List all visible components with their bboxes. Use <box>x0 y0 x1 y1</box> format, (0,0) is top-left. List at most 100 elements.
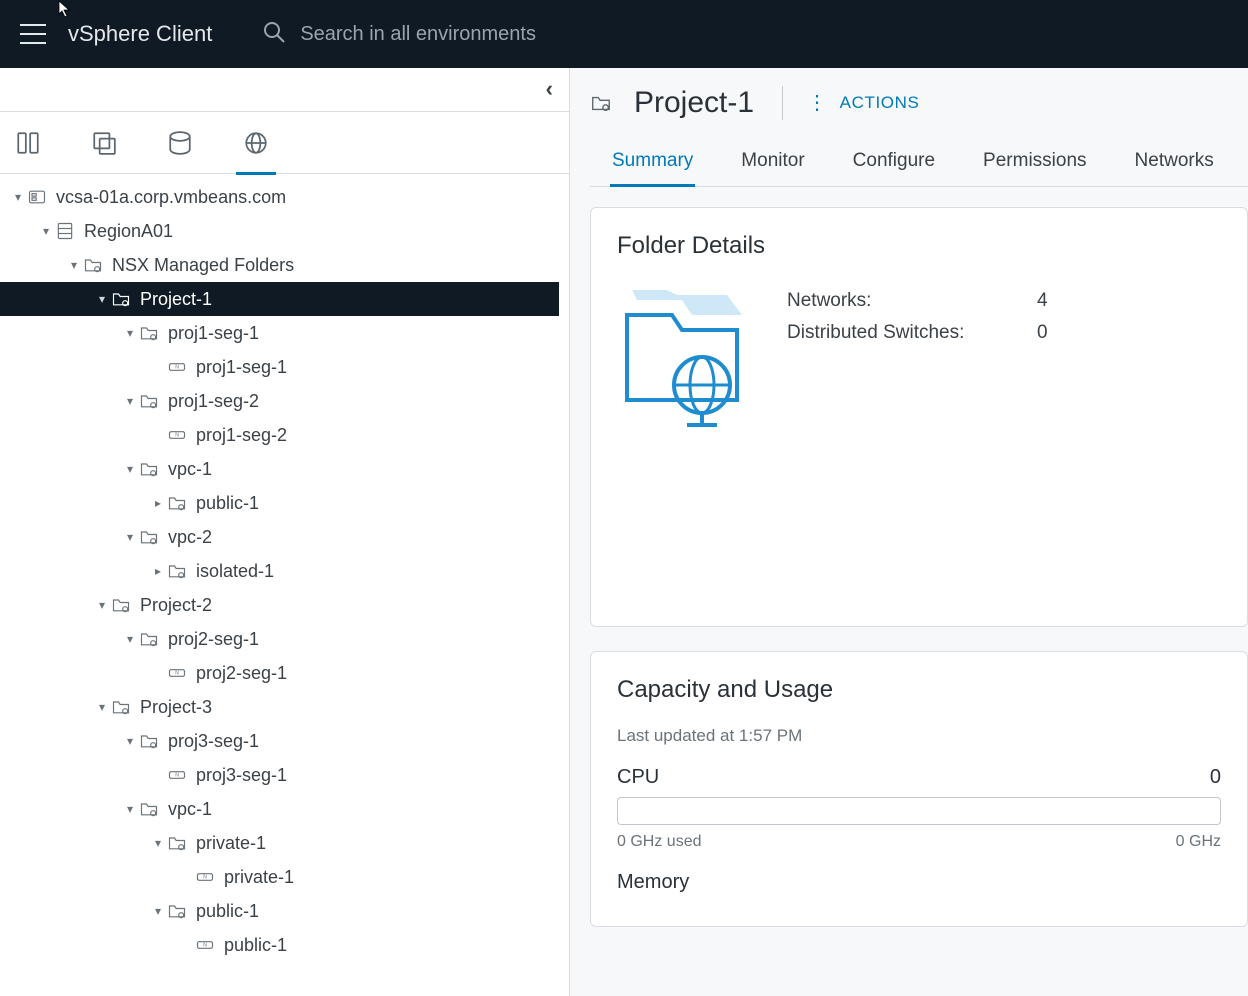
tree-item[interactable]: ▾ private-1 <box>0 826 559 860</box>
caret-down-icon: ▾ <box>66 258 82 272</box>
dswitch-value: 0 <box>1037 322 1048 344</box>
networks-label: Networks: <box>787 290 1037 312</box>
tree-item[interactable]: ▾ vpc-2 <box>0 520 559 554</box>
global-search[interactable] <box>262 20 720 49</box>
tree-nsx-folder[interactable]: ▾ NSX Managed Folders <box>0 248 559 282</box>
tree-item[interactable]: ▸ public-1 <box>0 486 559 520</box>
tree-label: proj1-seg-1 <box>196 357 287 378</box>
summary-content[interactable]: Folder Details <box>570 187 1248 996</box>
segment-icon: N <box>166 662 188 684</box>
networks-value: 4 <box>1037 290 1048 312</box>
tab-networks[interactable]: Networks <box>1133 140 1216 186</box>
hosts-clusters-icon[interactable] <box>14 129 42 157</box>
search-input[interactable] <box>300 23 720 46</box>
folder-lock-icon <box>138 628 160 650</box>
card-title: Capacity and Usage <box>617 676 1221 704</box>
tree-vcenter[interactable]: ▾ vcsa-01a.corp.vmbeans.com <box>0 180 559 214</box>
storage-icon[interactable] <box>166 129 194 157</box>
tab-permissions[interactable]: Permissions <box>981 140 1088 186</box>
tree-label: proj1-seg-2 <box>196 425 287 446</box>
inventory-tabs <box>0 112 569 174</box>
collapse-panel-button[interactable]: ‹ <box>546 76 553 102</box>
tree-project-2[interactable]: ▾ Project-2 <box>0 588 559 622</box>
capacity-usage-card: Capacity and Usage Last updated at 1:57 … <box>590 651 1248 927</box>
tree-item[interactable]: N proj1-seg-2 <box>0 418 559 452</box>
folder-lock-icon <box>138 322 160 344</box>
caret-blank <box>150 666 166 680</box>
tree-label: proj2-seg-1 <box>196 663 287 684</box>
tree-item[interactable]: ▾ proj1-seg-2 <box>0 384 559 418</box>
caret-down-icon: ▾ <box>150 836 166 850</box>
tree-item[interactable]: ▾ vpc-1 <box>0 452 559 486</box>
inventory-tree[interactable]: ▾ vcsa-01a.corp.vmbeans.com ▾ RegionA01 … <box>0 174 559 996</box>
tree-project-3[interactable]: ▾ Project-3 <box>0 690 559 724</box>
tree-label: public-1 <box>196 493 259 514</box>
caret-right-icon: ▸ <box>150 564 166 578</box>
vms-templates-icon[interactable] <box>90 129 118 157</box>
tree-item[interactable]: ▾ public-1 <box>0 894 559 928</box>
tree-label: public-1 <box>196 901 259 922</box>
tab-monitor[interactable]: Monitor <box>739 140 806 186</box>
cpu-label: CPU <box>617 766 659 789</box>
detail-panel: Project-1 ⋮ ACTIONS Summary Monitor Conf… <box>570 68 1248 996</box>
folder-lock-icon <box>138 458 160 480</box>
datacenter-icon <box>54 220 76 242</box>
tree-item[interactable]: N public-1 <box>0 928 559 962</box>
tree-item[interactable]: ▾ vpc-1 <box>0 792 559 826</box>
top-bar: vSphere Client <box>0 0 1248 68</box>
folder-lock-icon <box>138 798 160 820</box>
folder-network-icon <box>617 290 747 430</box>
folder-lock-icon <box>166 560 188 582</box>
tree-datacenter[interactable]: ▾ RegionA01 <box>0 214 559 248</box>
caret-down-icon: ▾ <box>122 326 138 340</box>
vcenter-icon <box>26 186 48 208</box>
menu-icon[interactable] <box>20 24 46 44</box>
tree-item[interactable]: N proj3-seg-1 <box>0 758 559 792</box>
caret-down-icon: ▾ <box>122 394 138 408</box>
folder-lock-icon <box>166 900 188 922</box>
tree-item[interactable]: ▾ proj1-seg-1 <box>0 316 559 350</box>
tree-label: vpc-1 <box>168 799 212 820</box>
tab-configure[interactable]: Configure <box>851 140 937 186</box>
tree-item[interactable]: ▾ proj3-seg-1 <box>0 724 559 758</box>
tree-label: Project-3 <box>140 697 212 718</box>
actions-menu[interactable]: ⋮ ACTIONS <box>807 93 919 113</box>
actions-label: ACTIONS <box>840 93 920 113</box>
tree-project-1[interactable]: ▾ Project-1 <box>0 282 559 316</box>
folder-lock-icon <box>110 288 132 310</box>
card-title: Folder Details <box>617 232 1221 260</box>
tree-item[interactable]: N proj1-seg-1 <box>0 350 559 384</box>
caret-down-icon: ▾ <box>94 598 110 612</box>
caret-blank <box>150 768 166 782</box>
caret-down-icon: ▾ <box>150 904 166 918</box>
caret-down-icon: ▾ <box>122 802 138 816</box>
tree-item[interactable]: N private-1 <box>0 860 559 894</box>
tree-item[interactable]: ▾ proj2-seg-1 <box>0 622 559 656</box>
tree-label: vpc-1 <box>168 459 212 480</box>
memory-label: Memory <box>617 871 689 894</box>
caret-blank <box>178 870 194 884</box>
segment-icon: N <box>194 934 216 956</box>
folder-lock-icon <box>138 730 160 752</box>
tree-label: proj3-seg-1 <box>196 765 287 786</box>
folder-lock-icon <box>590 92 612 114</box>
tree-label: proj3-seg-1 <box>168 731 259 752</box>
networking-icon[interactable] <box>242 129 270 157</box>
separator <box>782 86 783 120</box>
tree-label: private-1 <box>196 833 266 854</box>
tree-item[interactable]: ▸ isolated-1 <box>0 554 559 588</box>
tree-item[interactable]: N proj2-seg-1 <box>0 656 559 690</box>
caret-down-icon: ▾ <box>122 632 138 646</box>
cpu-right-value: 0 <box>1210 766 1221 789</box>
page-title: Project-1 <box>634 86 754 120</box>
svg-text:N: N <box>175 671 179 677</box>
tab-summary[interactable]: Summary <box>610 140 695 186</box>
capacity-updated: Last updated at 1:57 PM <box>617 726 1221 746</box>
svg-text:N: N <box>175 773 179 779</box>
folder-lock-icon <box>166 832 188 854</box>
segment-icon: N <box>166 424 188 446</box>
segment-icon: N <box>166 764 188 786</box>
caret-down-icon: ▾ <box>122 530 138 544</box>
folder-lock-icon <box>110 696 132 718</box>
caret-down-icon: ▾ <box>122 462 138 476</box>
